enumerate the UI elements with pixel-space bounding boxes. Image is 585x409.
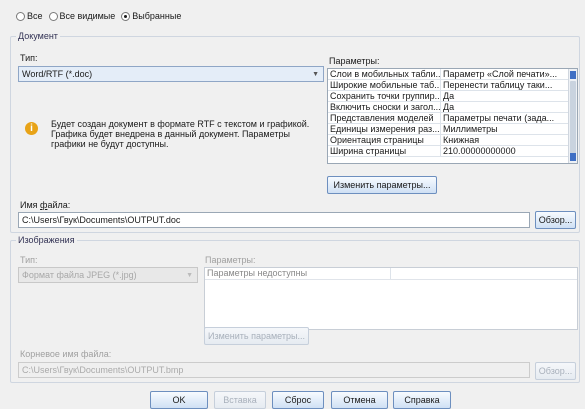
param-value: Параметр «Слой печати»... bbox=[443, 69, 558, 79]
radio-all-visible-dot[interactable] bbox=[48, 11, 58, 21]
ok-button[interactable]: OK bbox=[150, 391, 208, 409]
params-unavailable-text: Параметры недоступны bbox=[205, 268, 391, 279]
paste-button[interactable]: Вставка bbox=[214, 391, 266, 409]
param-value: 210.00000000000 bbox=[443, 146, 516, 156]
info-icon: i bbox=[25, 122, 38, 135]
info-line-1: Будет создан документ в формате RTF с те… bbox=[51, 119, 310, 129]
help-button[interactable]: Справка bbox=[393, 391, 451, 409]
param-name: Ориентация страницы bbox=[328, 135, 441, 145]
table-row[interactable]: Единицы измерения раз... Миллиметры bbox=[328, 124, 577, 135]
root-filename-label: Корневое имя файла: bbox=[20, 349, 112, 359]
images-type-label: Тип: bbox=[20, 255, 38, 265]
param-value: Перенести таблицу таки... bbox=[443, 80, 553, 90]
images-change-params-button[interactable]: Изменить параметры... bbox=[204, 327, 309, 345]
scroll-down-icon[interactable] bbox=[570, 153, 576, 161]
params-scrollbar[interactable] bbox=[568, 69, 577, 163]
images-type-select[interactable]: Формат файла JPEG (*.jpg) ▼ bbox=[18, 267, 198, 283]
document-type-select[interactable]: Word/RTF (*.doc) ▼ bbox=[18, 66, 324, 82]
table-row[interactable]: Ориентация страницы Книжная bbox=[328, 135, 577, 146]
param-name: Включить сноски и загол... bbox=[330, 102, 441, 112]
param-name: Сохранить точки группир... bbox=[330, 91, 441, 101]
param-name: Ширина страницы bbox=[328, 146, 441, 156]
document-type-label: Тип: bbox=[20, 53, 38, 63]
param-name: Представления моделей bbox=[328, 113, 441, 123]
reset-button[interactable]: Сброс bbox=[272, 391, 324, 409]
param-name: Единицы измерения раз... bbox=[330, 124, 441, 134]
radio-all-label: Все bbox=[27, 11, 43, 21]
table-row[interactable]: Широкие мобильные таб... Перенести табли… bbox=[328, 80, 577, 91]
chevron-down-icon[interactable]: ▼ bbox=[312, 71, 319, 78]
scroll-thumb[interactable] bbox=[570, 81, 576, 159]
table-row[interactable]: Представления моделей Параметры печати (… bbox=[328, 113, 577, 124]
document-type-value: Word/RTF (*.doc) bbox=[22, 69, 93, 79]
table-row[interactable]: Слои в мобильных табли... Параметр «Слой… bbox=[328, 69, 577, 80]
param-value-empty bbox=[391, 268, 577, 279]
radio-selected-dot[interactable] bbox=[121, 11, 131, 21]
cancel-button[interactable]: Отмена bbox=[331, 391, 388, 409]
radio-all-dot[interactable] bbox=[16, 11, 25, 21]
images-params-table: Параметры недоступны bbox=[204, 267, 578, 330]
table-row[interactable]: Включить сноски и загол... Да bbox=[328, 102, 577, 113]
images-type-value: Формат файла JPEG (*.jpg) bbox=[22, 270, 137, 280]
info-line-3: графики не будут доступны. bbox=[51, 139, 169, 149]
filename-label: Имя файла: bbox=[20, 200, 71, 210]
images-browse-button[interactable]: Обзор... bbox=[535, 362, 576, 380]
images-group-label: Изображения bbox=[16, 235, 77, 245]
radio-all-visible[interactable]: Все видимые bbox=[48, 11, 116, 21]
param-value: Параметры печати (зада... bbox=[443, 113, 555, 123]
radio-all-visible-label: Все видимые bbox=[59, 11, 116, 21]
document-info-text: Будет создан документ в формате RTF с те… bbox=[51, 119, 326, 149]
images-params-label: Параметры: bbox=[205, 255, 256, 265]
document-group-label: Документ bbox=[16, 31, 60, 41]
scroll-up-icon[interactable] bbox=[570, 71, 576, 79]
output-scope-radio-group: Все Все видимые Выбранные bbox=[16, 9, 181, 23]
filename-input[interactable]: C:\Users\Гвук\Documents\OUTPUT.doc bbox=[18, 212, 530, 228]
change-params-button[interactable]: Изменить параметры... bbox=[327, 176, 437, 194]
radio-selected-label: Выбранные bbox=[132, 11, 182, 21]
param-name: Слои в мобильных табли... bbox=[330, 69, 441, 79]
param-value: Книжная bbox=[443, 135, 480, 145]
param-value: Миллиметры bbox=[443, 124, 498, 134]
document-params-label: Параметры: bbox=[329, 56, 380, 66]
radio-selected[interactable]: Выбранные bbox=[121, 11, 181, 21]
param-value: Да bbox=[443, 91, 455, 101]
document-params-table[interactable]: Слои в мобильных табли... Параметр «Слой… bbox=[327, 68, 578, 164]
root-filename-input[interactable]: C:\Users\Гвук\Documents\OUTPUT.bmp bbox=[18, 362, 530, 378]
info-line-2: Графика будет внедрена в данный документ… bbox=[51, 129, 290, 139]
param-name: Широкие мобильные таб... bbox=[330, 80, 441, 90]
table-row[interactable]: Ширина страницы 210.00000000000 bbox=[328, 146, 577, 157]
browse-button[interactable]: Обзор... bbox=[535, 211, 576, 229]
param-value: Да bbox=[443, 102, 455, 112]
chevron-down-icon[interactable]: ▼ bbox=[186, 272, 193, 279]
table-row[interactable]: Сохранить точки группир... Да bbox=[328, 91, 577, 102]
radio-all[interactable]: Все bbox=[16, 11, 43, 21]
table-row: Параметры недоступны bbox=[205, 268, 577, 280]
